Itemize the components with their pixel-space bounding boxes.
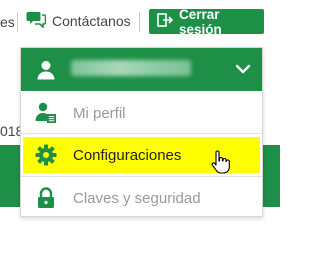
divider — [21, 176, 262, 177]
gear-icon — [35, 144, 57, 166]
divider — [17, 12, 18, 32]
contact-link[interactable]: Contáctanos — [26, 10, 131, 32]
chevron-down-icon[interactable] — [235, 62, 251, 80]
logout-button[interactable]: Cerrar sesión — [149, 6, 264, 37]
background-banner — [263, 145, 280, 207]
menu-item-label: Claves y seguridad — [73, 189, 201, 207]
menu-item-claves-y-seguridad[interactable]: Claves y seguridad — [21, 178, 262, 218]
lock-icon — [35, 187, 57, 209]
background-banner — [0, 145, 20, 207]
divider — [21, 133, 262, 134]
user-name-redacted — [71, 60, 191, 76]
logout-icon — [157, 13, 174, 30]
top-bar: es Contáctanos Cerrar sesión — [0, 6, 280, 37]
user-icon — [37, 60, 55, 85]
menu-item-mi-perfil[interactable]: Mi perfil — [21, 93, 262, 133]
truncated-text: es — [0, 14, 15, 30]
user-profile-icon — [35, 102, 57, 124]
user-menu-header[interactable] — [21, 48, 262, 91]
divider — [139, 12, 140, 32]
logout-label: Cerrar sesión — [179, 6, 222, 37]
hand-pointer-cursor-icon — [210, 150, 232, 174]
chat-icon — [26, 10, 47, 33]
menu-item-label: Mi perfil — [73, 104, 126, 122]
contact-label: Contáctanos — [52, 13, 131, 29]
menu-item-label: Configuraciones — [73, 146, 182, 164]
user-menu-dropdown: Mi perfil Configuraciones Claves y segur… — [20, 47, 263, 217]
